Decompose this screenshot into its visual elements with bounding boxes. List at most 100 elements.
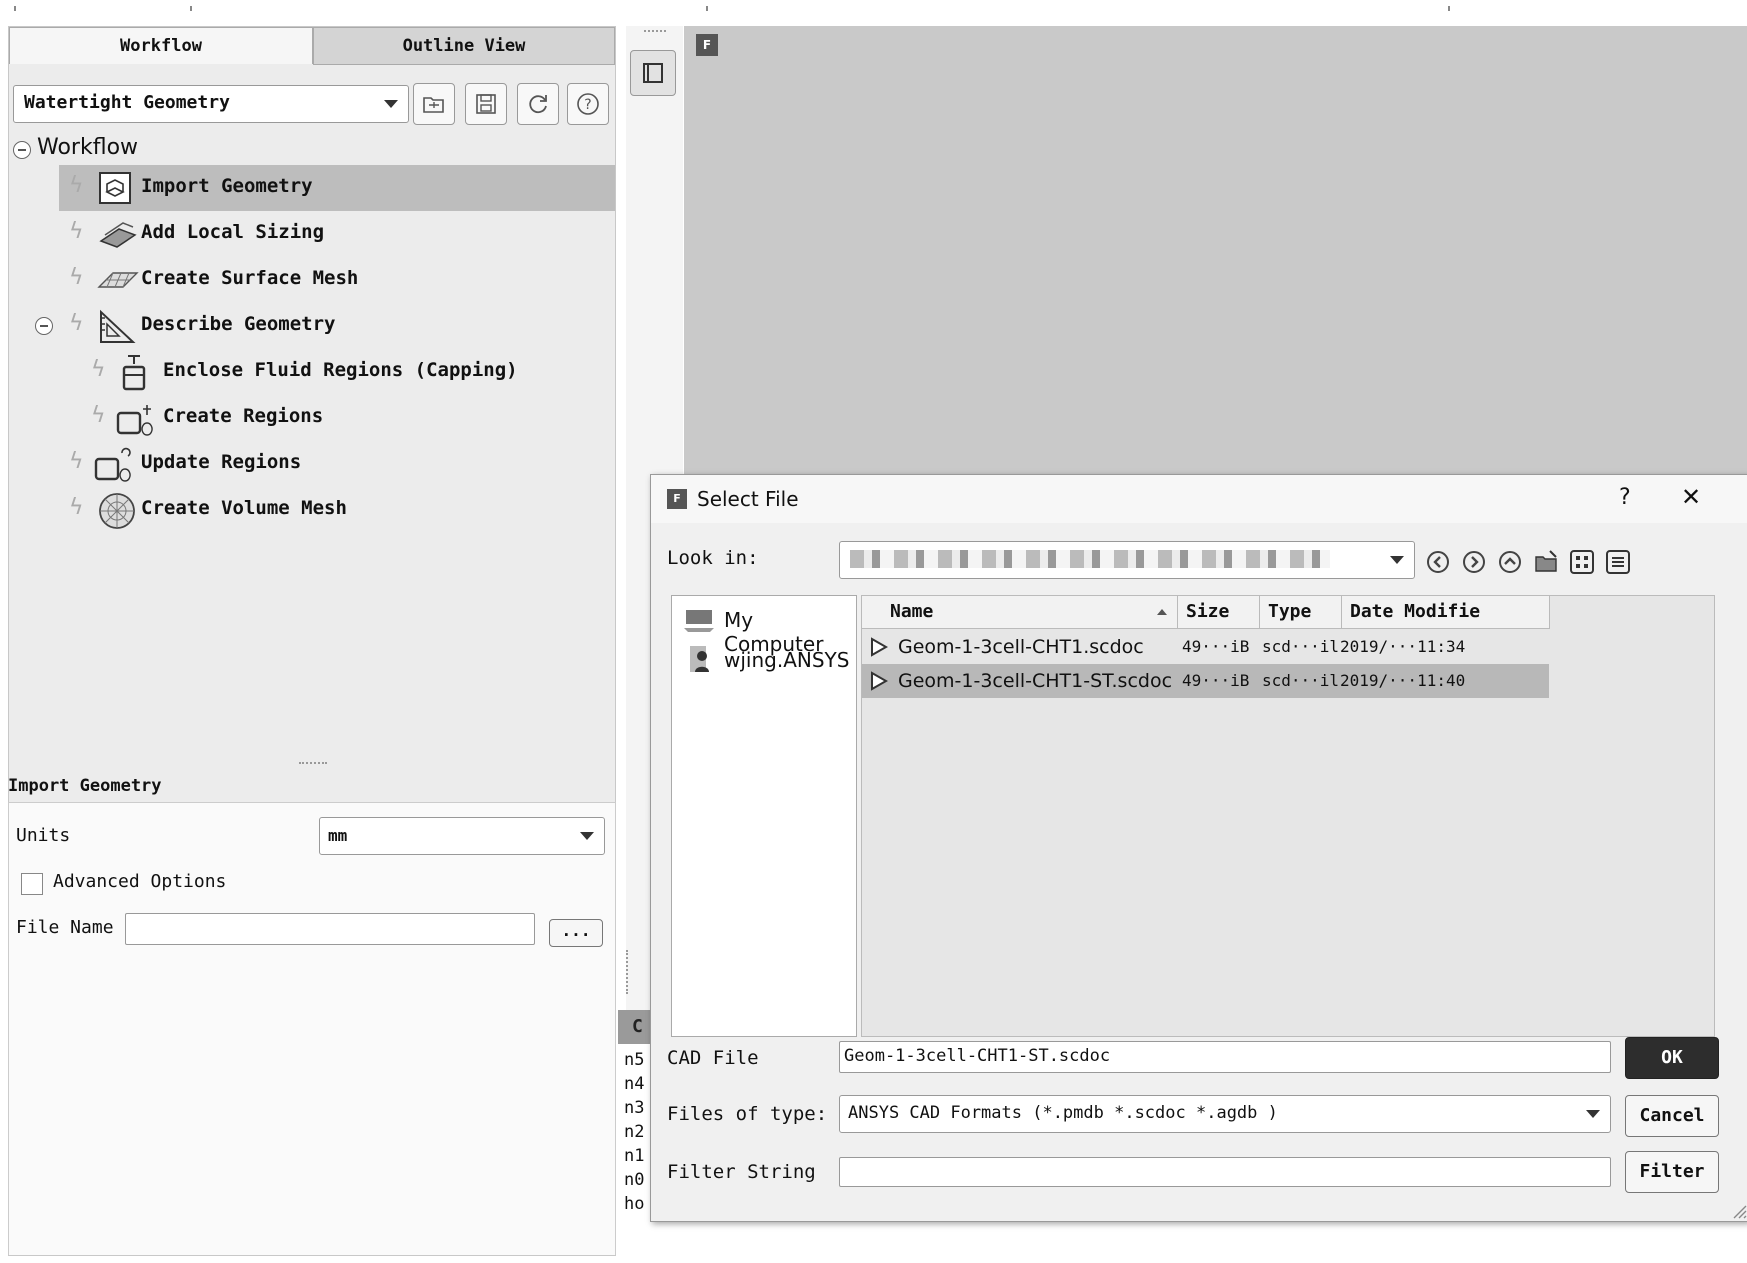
file-type: scd···il <box>1262 671 1340 690</box>
file-row-selected[interactable]: Geom-1-3cell-CHT1-ST.scdoc 49···iB scd··… <box>862 664 1549 698</box>
detail-view-icon[interactable] <box>1605 549 1631 575</box>
local-sizing-icon <box>99 222 137 248</box>
tree-item-create-surface-mesh[interactable]: ϟ Create Surface Mesh <box>59 257 615 303</box>
forward-icon[interactable] <box>1461 549 1487 575</box>
save-icon <box>476 94 496 114</box>
toolbar-grip <box>644 30 666 38</box>
column-header-name[interactable]: Name <box>862 596 1178 628</box>
task-label: Add Local Sizing <box>141 221 325 243</box>
new-folder-icon[interactable] <box>1533 549 1559 575</box>
sidebar-item-my-computer[interactable]: My Computer <box>672 604 856 656</box>
tree-item-import-geometry[interactable]: ϟ Import Geometry <box>59 165 615 211</box>
view-layout-button[interactable] <box>630 50 676 96</box>
resize-grip-icon[interactable] <box>1729 1201 1747 1219</box>
advanced-options-label: Advanced Options <box>53 871 227 892</box>
task-label: Update Regions <box>141 451 302 473</box>
parent-folder-icon[interactable] <box>1497 549 1523 575</box>
file-name: Geom-1-3cell-CHT1.scdoc <box>898 636 1144 658</box>
chevron-down-icon <box>1390 556 1404 564</box>
lightning-icon: ϟ <box>69 219 84 244</box>
tree-item-enclose-fluid-regions[interactable]: ϟ Enclose Fluid Regions (Capping) <box>83 349 615 395</box>
cad-file-field[interactable]: Geom-1-3cell-CHT1-ST.scdoc <box>839 1041 1611 1073</box>
task-panel-title: Import Geometry <box>8 776 162 796</box>
places-sidebar: My Computer wjing.ANSYS <box>671 595 857 1037</box>
ruler-tick <box>1448 6 1450 11</box>
ok-button[interactable]: OK <box>1625 1037 1719 1079</box>
task-label: Enclose Fluid Regions (Capping) <box>163 359 518 381</box>
splitter-handle[interactable] <box>626 950 642 994</box>
tree-item-create-regions[interactable]: ϟ Create Regions <box>83 395 615 441</box>
collapse-icon[interactable] <box>35 317 53 335</box>
console-line: n1 <box>624 1146 645 1166</box>
collapse-icon[interactable] <box>13 141 31 159</box>
blurred-path <box>850 550 1330 568</box>
scdoc-file-icon <box>871 671 888 691</box>
save-workflow-button[interactable] <box>465 83 507 125</box>
list-view-icon[interactable] <box>1569 549 1595 575</box>
file-list[interactable]: Name Size Type Date Modifie Geom-1-3cell… <box>861 595 1715 1037</box>
files-of-type-select[interactable]: ANSYS CAD Formats (*.pmdb *.scdoc *.agdb… <box>839 1095 1611 1133</box>
files-of-type-value: ANSYS CAD Formats (*.pmdb *.scdoc *.agdb… <box>848 1103 1278 1123</box>
update-regions-icon <box>94 447 131 482</box>
column-header-label: Date Modifie <box>1350 601 1481 622</box>
refresh-icon <box>529 95 547 114</box>
console-line: n0 <box>624 1170 645 1190</box>
dialog-title: Select File <box>697 487 799 511</box>
dialog-close-button[interactable]: ✕ <box>1681 483 1701 511</box>
column-header-date[interactable]: Date Modifie <box>1342 596 1550 628</box>
open-workflow-button[interactable] <box>413 83 455 125</box>
user-folder-icon <box>690 646 709 672</box>
filter-string-field[interactable] <box>839 1157 1611 1187</box>
computer-icon <box>684 610 714 632</box>
folder-open-icon <box>423 97 444 113</box>
dialog-help-button[interactable]: ? <box>1619 485 1631 510</box>
tree-item-create-volume-mesh[interactable]: ϟ Create Volume Mesh <box>59 487 615 533</box>
lightning-icon: ϟ <box>69 265 84 290</box>
task-label: Create Regions <box>163 405 324 427</box>
lightning-icon: ϟ <box>91 403 106 428</box>
splitter-handle[interactable] <box>299 762 327 767</box>
back-icon[interactable] <box>1425 549 1451 575</box>
console-line: n5 <box>624 1050 645 1070</box>
tree-item-describe-geometry[interactable]: ϟ Describe Geometry <box>59 303 615 349</box>
advanced-options-checkbox[interactable] <box>21 873 43 895</box>
window-icon <box>643 63 663 83</box>
sidebar-item-label: wjing.ANSYS <box>724 648 850 672</box>
cad-file-value: Geom-1-3cell-CHT1-ST.scdoc <box>844 1046 1111 1066</box>
task-label: Import Geometry <box>141 175 313 197</box>
import-geometry-icon <box>99 172 131 204</box>
browse-button[interactable]: ... <box>549 919 603 947</box>
capping-icon <box>122 355 146 391</box>
units-value: mm <box>328 826 348 845</box>
tab-workflow[interactable]: Workflow <box>9 27 313 64</box>
describe-geometry-icon <box>100 309 136 343</box>
tree-item-add-local-sizing[interactable]: ϟ Add Local Sizing <box>59 211 615 257</box>
file-row[interactable]: Geom-1-3cell-CHT1.scdoc 49···iB scd···il… <box>862 630 1549 664</box>
file-size: 49···iB <box>1182 637 1250 656</box>
sidebar-item-user[interactable]: wjing.ANSYS <box>672 644 856 676</box>
tab-outline-view[interactable]: Outline View <box>313 27 615 65</box>
workflow-type-select[interactable]: Watertight Geometry <box>13 85 409 123</box>
look-in-label: Look in: <box>667 547 759 569</box>
file-name-field[interactable] <box>125 913 535 945</box>
help-button[interactable]: ? <box>567 83 609 125</box>
ruler-tick <box>190 6 192 11</box>
svg-text:?: ? <box>584 97 591 113</box>
file-date: 2019/···11:40 <box>1340 671 1466 690</box>
filter-button[interactable]: Filter <box>1625 1151 1719 1193</box>
column-header-label: Type <box>1268 601 1312 622</box>
tree-item-update-regions[interactable]: ϟ Update Regions <box>59 441 615 487</box>
chevron-down-icon <box>580 832 594 840</box>
lightning-icon: ϟ <box>69 449 84 474</box>
dialog-title-bar[interactable]: F Select File ? ✕ <box>651 475 1747 523</box>
column-header-type[interactable]: Type <box>1260 596 1342 628</box>
revert-workflow-button[interactable] <box>517 83 559 125</box>
graphics-viewport[interactable]: F <box>684 26 1747 486</box>
task-label: Describe Geometry <box>141 313 336 335</box>
units-select[interactable]: mm <box>319 817 605 855</box>
task-label: Create Surface Mesh <box>141 267 359 289</box>
column-header-size[interactable]: Size <box>1178 596 1260 628</box>
look-in-select[interactable] <box>839 541 1415 579</box>
file-name-label: File Name <box>16 917 114 938</box>
cancel-button[interactable]: Cancel <box>1625 1095 1719 1137</box>
